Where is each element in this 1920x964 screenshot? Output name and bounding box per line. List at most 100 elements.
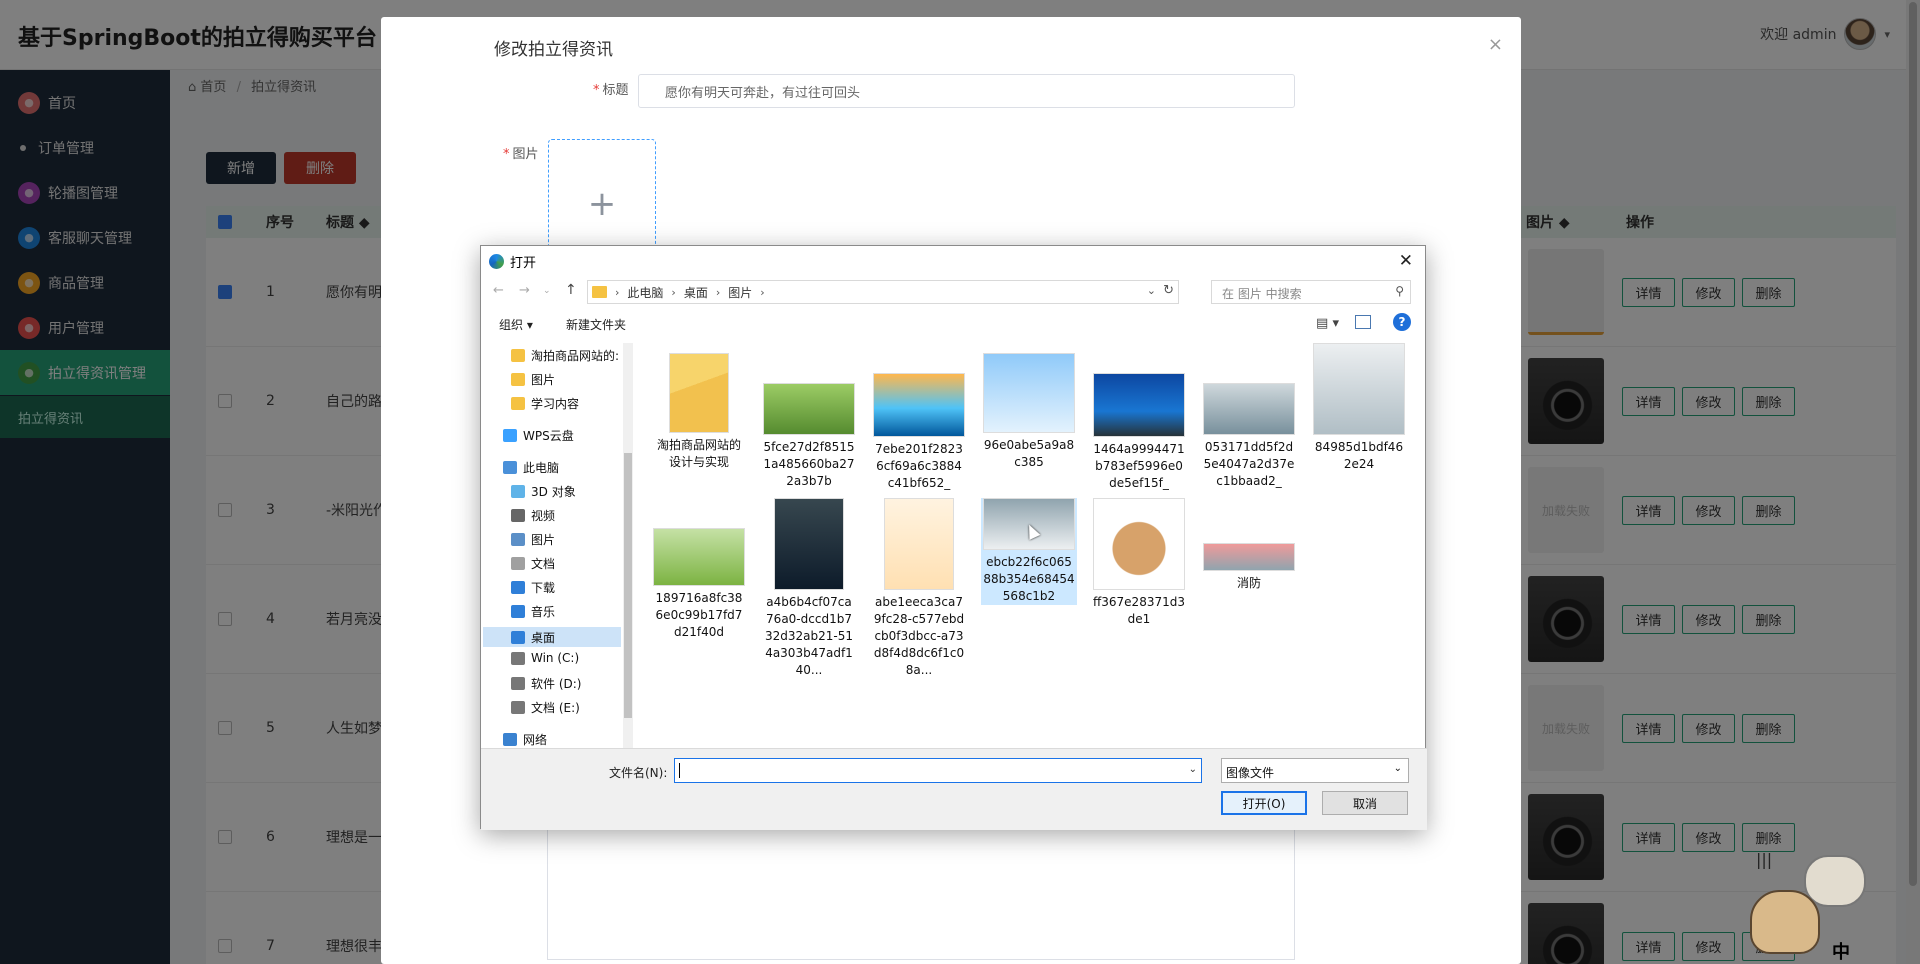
path-segment[interactable]: 图片 [728, 284, 752, 301]
nav-item[interactable]: 软件 (D:) [511, 675, 581, 692]
chevron-down-icon[interactable]: ⌄ [1189, 764, 1197, 775]
nav-item-label: 桌面 [531, 630, 556, 645]
nav-item-label: 视频 [531, 509, 556, 523]
drive-icon [511, 701, 525, 714]
file-item[interactable]: 96e0abe5a9a8c385 [981, 353, 1077, 471]
close-icon[interactable]: × [1488, 34, 1503, 55]
image-thumbnail [653, 528, 745, 586]
file-item[interactable]: a4b6b4cf07ca76a0-dccd1b732d32ab21-514a30… [761, 498, 857, 679]
address-dropdown-icon[interactable]: ⌄ [1147, 284, 1156, 297]
desktop-pet[interactable]: ||| 中 [1744, 850, 1884, 964]
pc-icon [503, 461, 517, 474]
pet-text: 中 [1832, 942, 1850, 963]
nav-item[interactable]: 音乐 [511, 603, 555, 620]
file-item[interactable]: 5fce27d2f85151a485660ba272a3b7b [761, 383, 857, 490]
file-name: ff367e28371d3de1 [1093, 595, 1185, 626]
file-item[interactable]: 84985d1bdf462e24 [1311, 343, 1407, 473]
file-item[interactable]: 053171dd5f2d5e4047a2d37ec1bbaad2_ [1201, 383, 1297, 490]
search-input[interactable]: 在 图片 中搜索 ⚲ [1211, 280, 1411, 304]
nav-item[interactable]: Win (C:) [511, 651, 579, 665]
nav-item[interactable]: 网络 [503, 731, 547, 748]
nav-item-label: 学习内容 [531, 397, 580, 411]
file-item[interactable]: 1464a9994471b783ef5996e0de5ef15f_ [1091, 373, 1187, 492]
path-segment[interactable]: 此电脑 [627, 284, 663, 301]
title-input[interactable] [638, 74, 1295, 108]
nav-item-label: 下载 [531, 581, 556, 595]
music-icon [511, 605, 525, 618]
drive-icon [511, 651, 525, 665]
nav-item[interactable]: 桌面 [483, 627, 621, 647]
nav-item-label: 音乐 [531, 605, 556, 619]
folder-icon [511, 397, 525, 410]
nav-item[interactable]: 文档 [511, 555, 555, 572]
chevron-down-icon[interactable]: ⌄ [1394, 763, 1402, 774]
new-folder-button[interactable]: 新建文件夹 [566, 316, 626, 333]
nav-item[interactable]: WPS云盘 [503, 427, 574, 444]
nav-scrollbar[interactable] [623, 343, 633, 748]
download-icon [511, 581, 525, 594]
path-segment[interactable]: 桌面 [684, 284, 708, 301]
file-item[interactable]: abe1eeca3ca79fc28-c577ebdcb0f3dbcc-a73d8… [871, 498, 967, 679]
nav-item-label: 文档 (E:) [531, 701, 580, 715]
nav-item-label: Win (C:) [531, 651, 580, 665]
nav-item-label: 文档 [531, 557, 556, 571]
title-label: * 标题 [593, 83, 629, 98]
cancel-button[interactable]: 取消 [1322, 791, 1408, 815]
file-open-dialog: 打开 ✕ ← → ⌄ ↑ › 此电脑 › 桌面 › 图片 › ⌄ ↻ 在 图片 … [480, 245, 1427, 830]
folder-item[interactable]: 淘拍商品网站的设计与实现 [651, 353, 747, 471]
address-bar[interactable]: › 此电脑 › 桌面 › 图片 › ⌄ ↻ [587, 280, 1179, 304]
nav-item[interactable]: 3D 对象 [511, 483, 576, 500]
nav-item-label: 淘拍商品网站的: [531, 349, 620, 363]
recent-locations-icon[interactable]: ⌄ [543, 286, 551, 296]
file-grid: 淘拍商品网站的设计与实现 5fce27d2f85151a485660ba272a3… [641, 343, 1421, 748]
nav-item-label: 图片 [531, 373, 556, 387]
file-item[interactable]: ebcb22f6c06588b354e68454568c1b2 [981, 498, 1077, 605]
content-editor[interactable] [547, 820, 1295, 960]
cloud-icon [503, 429, 517, 442]
nav-item-label: 网络 [523, 733, 548, 747]
image-label: * 图片 [503, 147, 539, 162]
drive-icon [511, 677, 525, 690]
nav-item[interactable]: 图片 [511, 531, 555, 548]
image-thumbnail [774, 498, 844, 590]
search-icon: ⚲ [1395, 284, 1404, 298]
nav-item[interactable]: 下载 [511, 579, 555, 596]
image-thumbnail [1093, 498, 1185, 590]
up-arrow-icon[interactable]: ↑ [565, 282, 577, 298]
image-thumbnail [1203, 543, 1295, 571]
filename-input[interactable]: ⌄ [674, 758, 1202, 783]
refresh-icon[interactable]: ↻ [1163, 283, 1174, 298]
back-icon[interactable]: ← [493, 283, 504, 298]
file-item[interactable]: 189716a8fc386e0c99b17fd7d21f40d [651, 528, 747, 641]
forward-icon[interactable]: → [519, 283, 530, 298]
nav-item[interactable]: 淘拍商品网站的: [511, 347, 619, 364]
view-options-icon[interactable]: ▤ ▾ [1316, 316, 1339, 331]
nav-item[interactable]: 视频 [511, 507, 555, 524]
help-icon[interactable]: ? [1393, 313, 1411, 331]
nav-item-label: 3D 对象 [531, 485, 576, 499]
desktop-icon [511, 630, 525, 644]
plus-icon: + [587, 184, 617, 224]
nav-item[interactable]: 文档 (E:) [511, 699, 580, 716]
filetype-select[interactable]: 图像文件 ⌄ [1221, 758, 1409, 783]
pet-head-icon [1804, 855, 1866, 907]
nav-item[interactable]: 此电脑 [503, 459, 559, 476]
file-name: 5fce27d2f85151a485660ba272a3b7b [763, 440, 855, 488]
file-item[interactable]: 7ebe201f28236cf69a6c3884c41bf652_ [871, 373, 967, 492]
edge-icon [489, 253, 504, 269]
file-item[interactable]: 消防 [1201, 543, 1297, 592]
picture-icon [511, 533, 525, 546]
image-thumbnail [873, 373, 965, 437]
folder-icon [511, 349, 525, 362]
open-button[interactable]: 打开(O) [1221, 791, 1307, 815]
file-item[interactable]: ff367e28371d3de1 [1091, 498, 1187, 628]
file-name: ebcb22f6c06588b354e68454568c1b2 [983, 555, 1075, 603]
video-icon [511, 509, 525, 522]
file-name: abe1eeca3ca79fc28-c577ebdcb0f3dbcc-a73d8… [873, 595, 965, 677]
dialog-titlebar[interactable]: 打开 ✕ [481, 246, 1425, 276]
preview-pane-icon[interactable] [1355, 315, 1371, 329]
nav-item[interactable]: 图片 [511, 371, 555, 388]
dialog-close-icon[interactable]: ✕ [1399, 251, 1413, 271]
nav-item[interactable]: 学习内容 [511, 395, 579, 412]
organize-menu[interactable]: 组织 ▾ [499, 316, 533, 333]
